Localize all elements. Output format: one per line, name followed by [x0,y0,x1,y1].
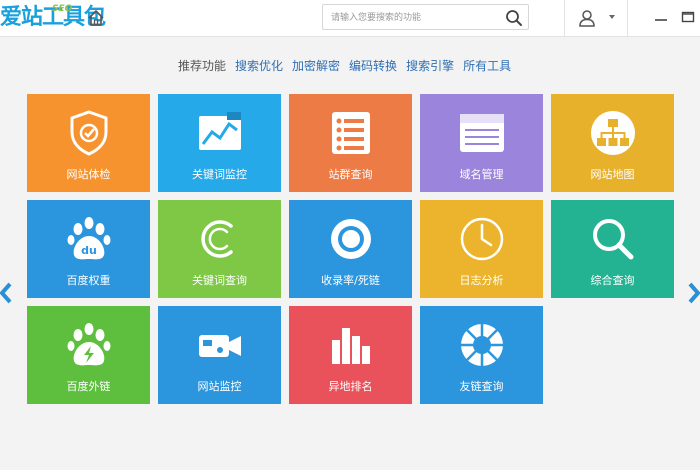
ring-icon [330,219,371,259]
divider [564,0,565,37]
home-icon[interactable] [86,9,106,27]
logo-seo: SEO [52,4,73,14]
user-icon[interactable] [578,9,596,27]
chart-monitor-icon [198,112,241,150]
minimize-icon[interactable] [654,10,668,24]
tab-encryption[interactable]: 加密解密 [292,57,340,74]
tab-seo[interactable]: 搜索优化 [235,57,283,74]
shield-icon [70,110,107,156]
baidu-paw-icon: du [67,217,110,260]
tile-baidu-backlinks[interactable]: 百度外链 [27,306,150,404]
search-icon[interactable] [505,9,523,27]
tile-label: 异地排名 [328,380,373,393]
tile-site-group-query[interactable]: 站群查询 [289,94,412,192]
tile-label: 网站监控 [197,380,242,393]
tile-label: 收录率/死链 [321,274,380,287]
tile-label: 网站地图 [590,168,635,181]
aperture-icon [460,324,503,366]
chevron-left-icon[interactable] [0,282,12,304]
tile-label: 关键词监控 [192,168,247,181]
tile-general-query[interactable]: 综合查询 [551,200,674,298]
tile-label: 百度外链 [66,380,111,393]
tile-baidu-weight[interactable]: du 百度权重 [27,200,150,298]
tile-label: 关键词查询 [192,274,247,287]
camera-icon [198,335,241,357]
search-input[interactable] [331,9,503,26]
chevron-right-icon[interactable] [688,282,700,304]
tile-regional-ranking[interactable]: 异地排名 [289,306,412,404]
tab-recommended[interactable]: 推荐功能 [178,57,226,74]
bar-chart-icon [331,328,370,364]
tile-label: 综合查询 [590,274,635,287]
tile-domain-manage[interactable]: 域名管理 [420,94,543,192]
paw-lightning-icon [67,323,110,366]
tab-all-tools[interactable]: 所有工具 [463,57,511,74]
chevron-down-icon[interactable] [609,14,615,20]
table-icon [459,114,504,152]
top-bar: 爱站工具包 SEO [0,0,700,37]
tile-label: 网站体检 [66,168,111,181]
magnifier-icon [592,219,633,260]
tile-site-monitor[interactable]: 网站监控 [158,306,281,404]
svg-text:du: du [81,244,97,257]
tile-keyword-query[interactable]: 关键词查询 [158,200,281,298]
tile-keyword-monitor[interactable]: 关键词监控 [158,94,281,192]
tile-sitemap[interactable]: 网站地图 [551,94,674,192]
sitemap-icon [590,111,635,155]
divider [627,0,628,37]
tile-label: 百度权重 [66,274,111,287]
tab-encoding[interactable]: 编码转换 [349,57,397,74]
clock-icon [460,217,503,261]
tile-label: 域名管理 [459,168,504,181]
search-box[interactable] [322,4,529,30]
maximize-icon[interactable] [681,10,695,24]
tile-friendlink-query[interactable]: 友链查询 [420,306,543,404]
tile-index-rate[interactable]: 收录率/死链 [289,200,412,298]
list-icon [331,112,370,154]
tile-label: 日志分析 [459,274,504,287]
tile-label: 友链查询 [459,380,504,393]
tile-label: 站群查询 [328,168,373,181]
tile-site-checkup[interactable]: 网站体检 [27,94,150,192]
tile-log-analysis[interactable]: 日志分析 [420,200,543,298]
c-ring-icon [200,220,233,258]
tab-search-engine[interactable]: 搜索引擎 [406,57,454,74]
